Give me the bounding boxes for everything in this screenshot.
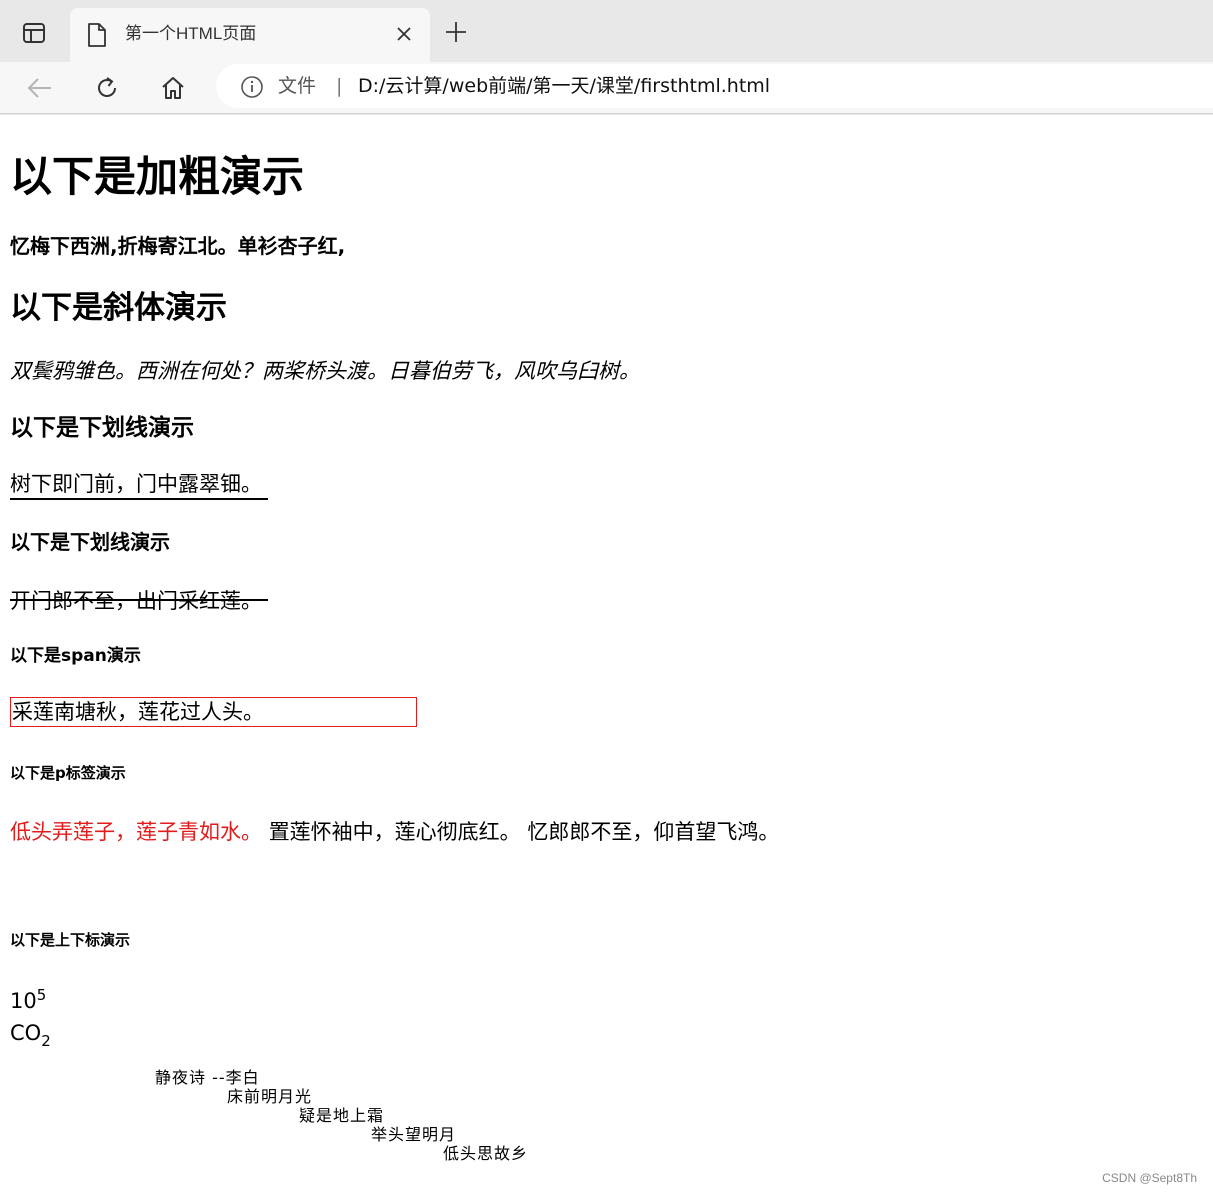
plus-icon xyxy=(446,22,466,42)
p-heading: 以下是p标签演示 xyxy=(10,764,126,782)
italic-heading: 以下是斜体演示 xyxy=(10,290,227,326)
tab-title: 第一个HTML页面 xyxy=(125,24,257,43)
sub-value: 2 xyxy=(41,1032,51,1050)
italic-text: 双鬓鸦雏色。西洲在何处？两桨桥头渡。日暮伯劳飞，风吹乌臼树。 xyxy=(10,359,640,383)
poem-line-4: 低头思故乡 xyxy=(443,1144,529,1163)
strike-through-line xyxy=(10,599,268,601)
tab-strip: 第一个HTML页面 xyxy=(0,0,1213,62)
reload-button[interactable] xyxy=(87,68,127,108)
poem-title: 静夜诗 --李白 xyxy=(155,1068,260,1087)
supsub-heading: 以下是上下标演示 xyxy=(10,931,131,949)
poem-line-2: 疑是地上霜 xyxy=(299,1106,385,1125)
reload-icon xyxy=(98,77,116,97)
subscript-line: CO2 xyxy=(10,1019,51,1050)
url-text[interactable]: D:/云计算/web前端/第一天/课堂/firsthtml.html xyxy=(358,74,770,98)
strike-heading: 以下是下划线演示 xyxy=(10,530,170,554)
bold-heading: 以下是加粗演示 xyxy=(10,152,305,201)
home-button[interactable] xyxy=(153,68,193,108)
home-icon xyxy=(162,77,184,99)
sidebar-icon xyxy=(23,23,45,43)
page-content: 以下是加粗演示 忆梅下西洲,折梅寄江北。单衫杏子红, 以下是斜体演示 双鬓鸦雏色… xyxy=(10,115,1200,1195)
span-box: 采莲南塘秋，莲花过人头。 xyxy=(10,697,417,727)
file-label: 文件 xyxy=(278,75,317,97)
info-icon[interactable] xyxy=(240,75,264,99)
tab-active[interactable]: 第一个HTML页面 xyxy=(70,8,430,62)
span-heading: 以下是span演示 xyxy=(10,646,141,666)
bold-text: 忆梅下西洲,折梅寄江北。单衫杏子红, xyxy=(10,234,346,258)
address-bar[interactable]: 文件 | D:/云计算/web前端/第一天/课堂/firsthtml.html xyxy=(216,64,1213,108)
p-paragraph: 低头弄莲子，莲子青如水。 置莲怀袖中，莲心彻底红。 忆郎郎不至，仰首望飞鸿。 xyxy=(10,818,779,846)
browser-chrome: 第一个HTML页面 文件 | D:/云计算/web前端/第一天/课堂/first… xyxy=(0,0,1213,115)
sub-base: CO xyxy=(10,1021,42,1045)
back-arrow-icon xyxy=(27,78,51,98)
address-separator: | xyxy=(336,75,343,97)
document-icon xyxy=(88,23,106,47)
sup-base: 10 xyxy=(10,989,37,1013)
underline-text: 树下即门前，门中露翠钿。 xyxy=(10,470,268,500)
tab-close-button[interactable] xyxy=(392,22,416,46)
navigation-toolbar: 文件 | D:/云计算/web前端/第一天/课堂/firsthtml.html xyxy=(0,62,1213,114)
sup-value: 5 xyxy=(36,986,47,1004)
back-button[interactable] xyxy=(20,68,60,108)
poem-line-1: 床前明月光 xyxy=(227,1087,313,1106)
sidebar-toggle-button[interactable] xyxy=(12,14,56,52)
new-tab-button[interactable] xyxy=(438,14,474,50)
strike-text: 开门郎不至，出门采红莲。 xyxy=(10,589,262,613)
p-red-text: 低头弄莲子，莲子青如水。 xyxy=(10,820,262,844)
p-text-2: 忆郎郎不至，仰首望飞鸿。 xyxy=(527,820,780,844)
watermark: CSDN @Sept8Th xyxy=(1102,1171,1197,1185)
p-text-1: 置莲怀袖中，莲心彻底红。 xyxy=(268,820,521,844)
close-icon xyxy=(397,27,411,41)
superscript-line: 105 xyxy=(10,987,46,1015)
underline-heading: 以下是下划线演示 xyxy=(10,415,194,441)
poem-line-3: 举头望明月 xyxy=(371,1125,457,1144)
